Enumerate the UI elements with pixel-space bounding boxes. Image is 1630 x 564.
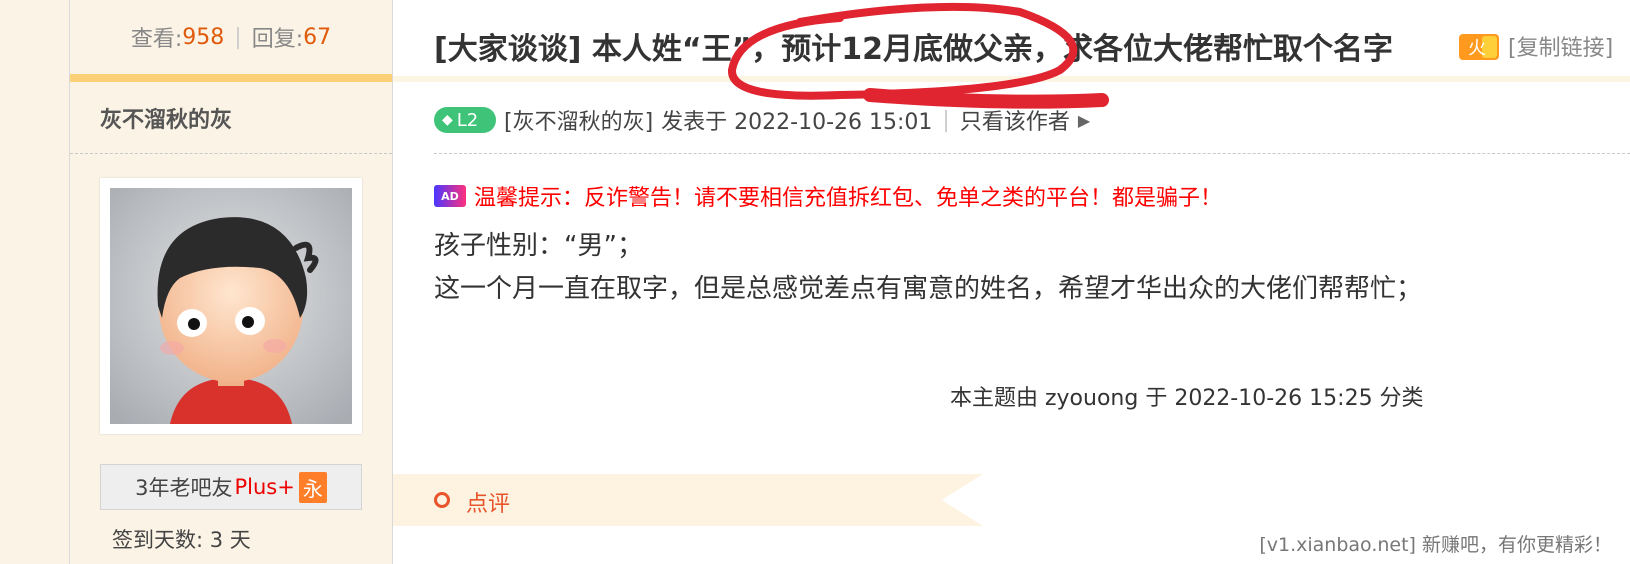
badge-permanent: 永	[298, 471, 327, 503]
posted-time: 发表于 2022-10-26 15:01	[661, 110, 933, 135]
diamond-icon: ◆	[442, 112, 453, 128]
play-arrow-icon: ▶	[1077, 110, 1091, 130]
anti-fraud-text: 温馨提示：反诈警告！请不要相信充值拆红包、免单之类的平台！都是骗子！	[474, 186, 1223, 211]
badge-text: 3年老吧友	[135, 476, 233, 500]
thread-title: [大家谈谈] 本人姓“王”，预计12月底做父亲，求各位大佬帮忙取个名字	[434, 32, 1394, 67]
stats-separator: |	[234, 24, 242, 50]
author-link[interactable]: [灰不溜秋的灰]	[504, 104, 653, 136]
hot-icon-text: 火	[1468, 38, 1486, 59]
only-author-link[interactable]: 只看该作者	[960, 104, 1070, 136]
outer-left-margin	[0, 0, 70, 564]
post-body-line-1: 孩子性别：“男”；	[434, 231, 643, 261]
avatar[interactable]	[100, 178, 362, 434]
moderator-note: 本主题由 zyouong 于 2022-10-26 15:25 分类	[950, 386, 1424, 411]
post-meta: ◆ L2 [灰不溜秋的灰] 发表于 2022-10-26 15:01 | 只看该…	[434, 105, 1090, 135]
comment-button[interactable]: 点评	[466, 486, 510, 518]
views-count: 958	[182, 24, 225, 50]
site-footer-text: [v1.xianbao.net] 新赚吧，有你更精彩！	[1259, 534, 1612, 556]
member-badge: 3年老吧友 Plus+ 永	[100, 464, 362, 510]
replies-count: 67	[303, 24, 332, 50]
post-body-line-2: 这一个月一直在取字，但是总感觉差点有寓意的姓名，希望才华出众的大佬们帮帮忙；	[434, 274, 1423, 304]
comment-circle-icon	[434, 492, 450, 508]
level-badge: ◆ L2	[434, 107, 496, 133]
sidebar-divider-dashed	[70, 153, 392, 154]
post-divider-dashed	[434, 153, 1630, 154]
title-row-underline	[393, 76, 1630, 82]
thread-stats: 查看: 958 | 回复: 67	[70, 0, 392, 74]
views-label: 查看:	[130, 27, 183, 52]
stats-underline	[70, 74, 392, 82]
replies-label: 回复:	[251, 27, 304, 52]
copy-link-button[interactable]: [复制链接]	[1508, 30, 1613, 62]
author-username[interactable]: 灰不溜秋的灰	[100, 102, 232, 134]
meta-separator: |	[942, 107, 950, 133]
avatar-image	[110, 188, 352, 424]
signin-days: 签到天数: 3 天	[112, 528, 251, 552]
badge-plus: Plus+	[234, 475, 295, 499]
level-text: L2	[456, 109, 479, 131]
anti-fraud-notice: AD 温馨提示：反诈警告！请不要相信充值拆红包、免单之类的平台！都是骗子！	[434, 180, 1222, 212]
hot-icon: 火	[1459, 34, 1499, 60]
ad-icon: AD	[434, 185, 466, 207]
